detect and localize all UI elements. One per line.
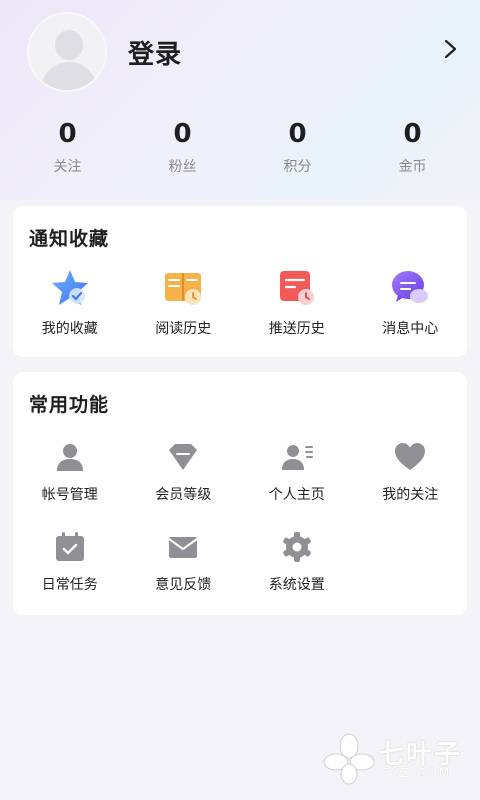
book-icon xyxy=(165,273,202,305)
avatar-body xyxy=(41,62,97,90)
common-grid: 帐号管理 会员等级 个人主页 我的关注 日常任务 意见反馈 系统设置 xyxy=(13,440,467,620)
push-history-label: 推送历史 xyxy=(268,321,325,337)
message-center-label: 消息中心 xyxy=(382,321,439,337)
my-follows-label: 我的关注 xyxy=(382,487,439,503)
push-history-icon xyxy=(279,271,314,305)
user-icon xyxy=(56,444,83,471)
notify-card: 通知收藏 我的收藏 阅读历史 推送历史 消息中心 xyxy=(13,206,467,357)
calendar-check-icon xyxy=(55,532,84,561)
daily-tasks-item[interactable]: 日常任务 xyxy=(13,530,127,620)
stat-followers[interactable]: 0 粉丝 xyxy=(125,118,240,182)
stat-points[interactable]: 0 积分 xyxy=(240,118,355,182)
reading-history-item[interactable]: 阅读历史 xyxy=(127,268,241,348)
avatar[interactable] xyxy=(27,12,107,92)
watermark-subtext: 7YZ.COM xyxy=(382,766,452,780)
leaf-logo-icon xyxy=(323,733,375,785)
reading-history-label: 阅读历史 xyxy=(155,321,212,337)
my-follows-item[interactable]: 我的关注 xyxy=(354,440,468,530)
stat-coins[interactable]: 0 金币 xyxy=(355,118,470,182)
membership-level-label: 会员等级 xyxy=(155,487,212,503)
account-management-item[interactable]: 帐号管理 xyxy=(13,440,127,530)
notify-section-title: 通知收藏 xyxy=(29,228,110,250)
message-icon xyxy=(392,271,429,303)
stat-value: 0 xyxy=(173,119,192,149)
chevron-right-icon[interactable] xyxy=(442,38,460,60)
membership-level-item[interactable]: 会员等级 xyxy=(127,440,241,530)
profile-card-icon xyxy=(281,445,313,470)
stat-label: 粉丝 xyxy=(168,159,197,175)
message-center-item[interactable]: 消息中心 xyxy=(354,268,468,348)
common-functions-card: 常用功能 帐号管理 会员等级 个人主页 我的关注 日常任务 意见反馈 系统设置 xyxy=(13,372,467,615)
stat-label: 金币 xyxy=(398,159,427,175)
stat-value: 0 xyxy=(58,119,77,149)
push-history-item[interactable]: 推送历史 xyxy=(240,268,354,348)
avatar-head xyxy=(55,30,83,60)
system-settings-item[interactable]: 系统设置 xyxy=(240,530,354,620)
stat-label: 积分 xyxy=(283,159,312,175)
watermark: 七叶子 7YZ.COM xyxy=(322,728,472,788)
common-section-title: 常用功能 xyxy=(29,394,110,416)
account-management-label: 帐号管理 xyxy=(41,487,98,503)
login-button[interactable]: 登录 xyxy=(128,34,182,71)
stat-following[interactable]: 0 关注 xyxy=(10,118,125,182)
favorites-item[interactable]: 我的收藏 xyxy=(13,268,127,348)
gem-icon xyxy=(169,444,198,470)
stats-row: 0 关注 0 粉丝 0 积分 0 金币 xyxy=(10,118,470,182)
heart-icon xyxy=(395,443,426,470)
mail-icon xyxy=(168,537,198,558)
stat-value: 0 xyxy=(288,119,307,149)
personal-homepage-label: 个人主页 xyxy=(268,487,325,503)
system-settings-label: 系统设置 xyxy=(268,577,325,593)
gear-icon xyxy=(282,532,311,562)
personal-homepage-item[interactable]: 个人主页 xyxy=(240,440,354,530)
notify-grid: 我的收藏 阅读历史 推送历史 消息中心 xyxy=(13,268,467,348)
stat-value: 0 xyxy=(403,119,422,149)
daily-tasks-label: 日常任务 xyxy=(41,577,98,593)
favorites-label: 我的收藏 xyxy=(41,321,98,337)
feedback-item[interactable]: 意见反馈 xyxy=(127,530,241,620)
stat-label: 关注 xyxy=(53,159,82,175)
star-icon xyxy=(51,270,88,305)
feedback-label: 意见反馈 xyxy=(155,577,212,593)
profile-header: 登录 xyxy=(0,0,480,110)
